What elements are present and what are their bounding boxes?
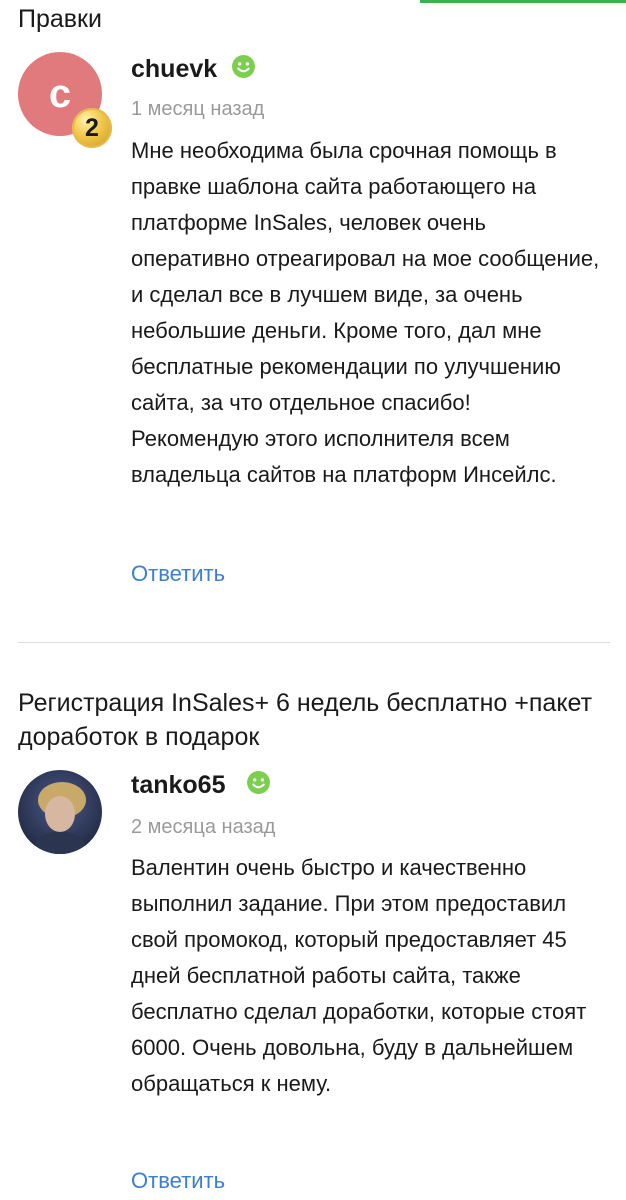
review-text: Мне необходима была срочная помощь в пра… (131, 138, 600, 487)
timestamp: 1 месяц назад (131, 98, 265, 120)
review-text: Валентин очень быстро и качественно выпо… (131, 855, 587, 1096)
avatar-photo (18, 770, 102, 854)
divider (18, 642, 610, 643)
level-badge: 2 (72, 108, 112, 148)
smile-icon (232, 55, 255, 78)
username[interactable]: chuevk (131, 54, 217, 84)
smile-icon (247, 771, 270, 794)
reply-button[interactable]: Ответить (131, 560, 225, 588)
service-title: Регистрация InSales+ 6 недель бесплатно … (18, 689, 593, 751)
username[interactable]: tanko65 (131, 770, 225, 800)
timestamp: 2 месяца назад (131, 816, 276, 838)
service-title: Правки (18, 5, 102, 33)
reply-button[interactable]: Ответить (131, 1167, 225, 1195)
avatar[interactable] (18, 770, 102, 854)
